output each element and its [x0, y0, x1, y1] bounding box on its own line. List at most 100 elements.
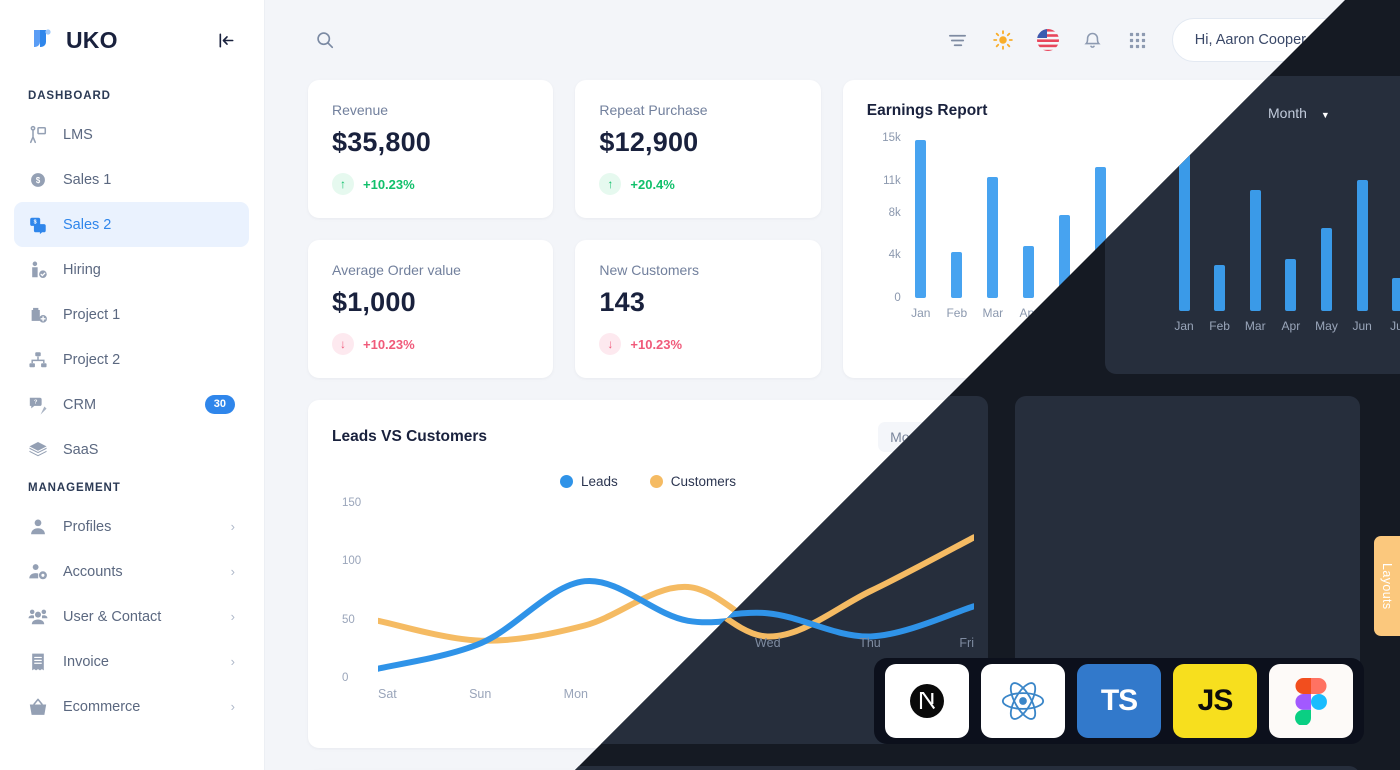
user-menu-button[interactable]: Hi, Aaron Cooper — [1171, 18, 1355, 62]
chevron-down-icon: ▼ — [1322, 106, 1331, 116]
sidebar-item-saas[interactable]: SaaS — [14, 427, 249, 472]
brand-name: UKO — [66, 26, 118, 53]
bell-notification-icon[interactable] — [1076, 23, 1110, 57]
earnings-x-tick: Nov — [1270, 306, 1292, 320]
earnings-report-card: Earnings Report Month ▼ 0 4k 8k 11k 15k Jan F… — [842, 80, 1355, 378]
sidebar-item-project-1[interactable]: Project 1 — [14, 292, 249, 337]
stat-card-new-customers: New Customers 143 ↓ +10.23% — [575, 240, 821, 378]
sidebar-section-caption: MANAGEMENT — [28, 482, 121, 494]
sidebar-item-label: Profiles — [63, 518, 112, 535]
earnings-bar-column[interactable] — [1303, 138, 1331, 298]
earnings-x-axis: Jan Feb Mar Apr May Jun Jul Aug Sep Oct Nov Dec — [907, 306, 1331, 320]
earnings-bar-column[interactable] — [907, 138, 935, 298]
earnings-title: Earnings Report — [866, 102, 988, 119]
earnings-card-header: Earnings Report Month ▼ — [867, 102, 1331, 120]
earnings-bar-column[interactable] — [979, 138, 1007, 298]
sidebar-item-label: Ecommerce — [63, 698, 141, 715]
layers-icon — [27, 439, 49, 461]
legend-item-leads[interactable]: Leads — [559, 474, 618, 489]
donut-label: Avg Range — [1143, 553, 1222, 571]
leads-y-tick: 100 — [342, 555, 362, 568]
chevron-right-icon: › — [230, 654, 235, 669]
stat-delta-text: +10.23% — [363, 176, 415, 192]
earnings-bar-column[interactable] — [1159, 138, 1187, 298]
sidebar-item-ecommerce[interactable]: Ecommerce › — [14, 684, 249, 729]
sidebar-brand: UKO — [0, 0, 264, 80]
leads-legend: Leads Customers — [332, 474, 964, 489]
sidebar-item-user-contact[interactable]: User & Contact › — [14, 594, 249, 639]
earnings-bar-column[interactable] — [1087, 138, 1115, 298]
sidebar-item-lms[interactable]: LMS — [14, 112, 249, 157]
stat-title: Revenue — [332, 102, 389, 118]
javascript-icon[interactable]: JS — [1173, 664, 1257, 738]
topbar: Hi, Aaron Cooper — [265, 0, 1400, 80]
earnings-plot-area — [907, 138, 1331, 298]
project-status-title: Project Status — [1130, 422, 1235, 439]
stat-delta: ↓ +10.23% — [599, 333, 796, 355]
sidebar-item-accounts[interactable]: Accounts › — [14, 549, 249, 594]
collapse-sidebar-icon[interactable] — [217, 31, 236, 50]
stat-card-revenue: Revenue $35,800 ↑ +10.23% — [308, 80, 554, 218]
stat-card-average-order-value: Average Order value $1,000 ↓ +10.23% — [308, 240, 554, 378]
earnings-bar-column[interactable] — [1195, 138, 1223, 298]
earnings-bar-chart: 0 4k 8k 11k 15k Jan Feb Mar Apr May Jun Jul Aug Sep O… — [867, 132, 1331, 353]
stat-delta-text: +10.23% — [363, 336, 415, 352]
leads-period-label: Month — [890, 429, 929, 445]
leads-plot-area — [378, 537, 998, 672]
earnings-x-tick: May — [1053, 306, 1077, 320]
sidebar-item-hiring[interactable]: Hiring — [14, 247, 249, 292]
sidebar-item-project-2[interactable]: Project 2 — [14, 337, 249, 382]
earnings-bar-column[interactable] — [1051, 138, 1079, 298]
users-group-icon — [27, 606, 49, 628]
legend-item-customers[interactable]: Customers — [649, 474, 736, 489]
sun-theme-icon[interactable] — [986, 23, 1020, 57]
earnings-x-tick: Sep — [1198, 306, 1220, 320]
donut-value: 140 — [1155, 575, 1210, 612]
arrow-up-icon: ↑ — [332, 173, 354, 195]
earnings-x-tick: Dec — [1306, 306, 1328, 320]
nextjs-icon[interactable] — [885, 664, 969, 738]
stat-value: $1,000 — [332, 287, 416, 317]
sidebar-item-label: SaaS — [63, 441, 99, 458]
earnings-x-tick: Oct — [1235, 306, 1255, 320]
figma-icon[interactable] — [1269, 664, 1353, 738]
earnings-bar-column[interactable] — [1015, 138, 1043, 298]
earnings-y-tick: 0 — [894, 292, 901, 304]
stat-title: Repeat Purchase — [599, 102, 708, 118]
donut-center-text: Avg Range 140 — [1143, 554, 1222, 613]
legend-color-dot — [649, 475, 663, 488]
layouts-tab-label: Layouts — [1380, 562, 1394, 610]
dollar-coin-icon: $ — [27, 169, 49, 191]
tech-stack-strip: TS JS — [874, 658, 1364, 744]
earnings-x-tick: Feb — [946, 306, 968, 320]
typescript-icon[interactable]: TS — [1077, 664, 1161, 738]
sidebar-item-label: Project 1 — [63, 306, 121, 323]
sidebar-item-invoice[interactable]: Invoice › — [14, 639, 249, 684]
earnings-bar-column[interactable] — [1231, 138, 1259, 298]
javascript-label: JS — [1197, 684, 1234, 717]
stat-delta-text: +20.4% — [630, 176, 675, 192]
earnings-x-tick: Jan — [911, 306, 931, 320]
search-icon[interactable] — [308, 23, 342, 57]
layouts-tab-button[interactable]: Layouts — [1374, 536, 1400, 636]
flag-us-icon[interactable] — [1031, 23, 1065, 57]
user-greeting: Hi, Aaron Cooper — [1194, 32, 1306, 48]
earnings-period-select[interactable]: Month ▼ — [1273, 103, 1331, 119]
stat-delta: ↑ +20.4% — [599, 173, 796, 195]
apps-grid-icon[interactable] — [1121, 23, 1155, 57]
react-icon[interactable] — [981, 664, 1065, 738]
leads-period-select[interactable]: Month — [878, 422, 964, 452]
earnings-bar-column[interactable] — [1267, 138, 1295, 298]
earnings-bar-column[interactable] — [943, 138, 971, 298]
sidebar-item-sales-2[interactable]: $ Sales 2 — [14, 202, 249, 247]
leads-line-chart: 050100150 SatSunMonTueWedThuFri — [332, 497, 998, 707]
sidebar-item-crm[interactable]: ? CRM 30 — [14, 382, 249, 427]
leads-y-tick: 150 — [342, 497, 362, 509]
user-avatar[interactable] — [1316, 24, 1348, 56]
sidebar-item-sales-1[interactable]: $ Sales 1 — [14, 157, 249, 202]
sidebar-item-profiles[interactable]: Profiles › — [14, 504, 249, 549]
filter-lines-icon[interactable] — [941, 23, 975, 57]
topbar-actions: Hi, Aaron Cooper — [941, 18, 1355, 62]
earnings-bar-column[interactable] — [1123, 138, 1151, 298]
leads-x-tick: Sat — [378, 687, 397, 701]
